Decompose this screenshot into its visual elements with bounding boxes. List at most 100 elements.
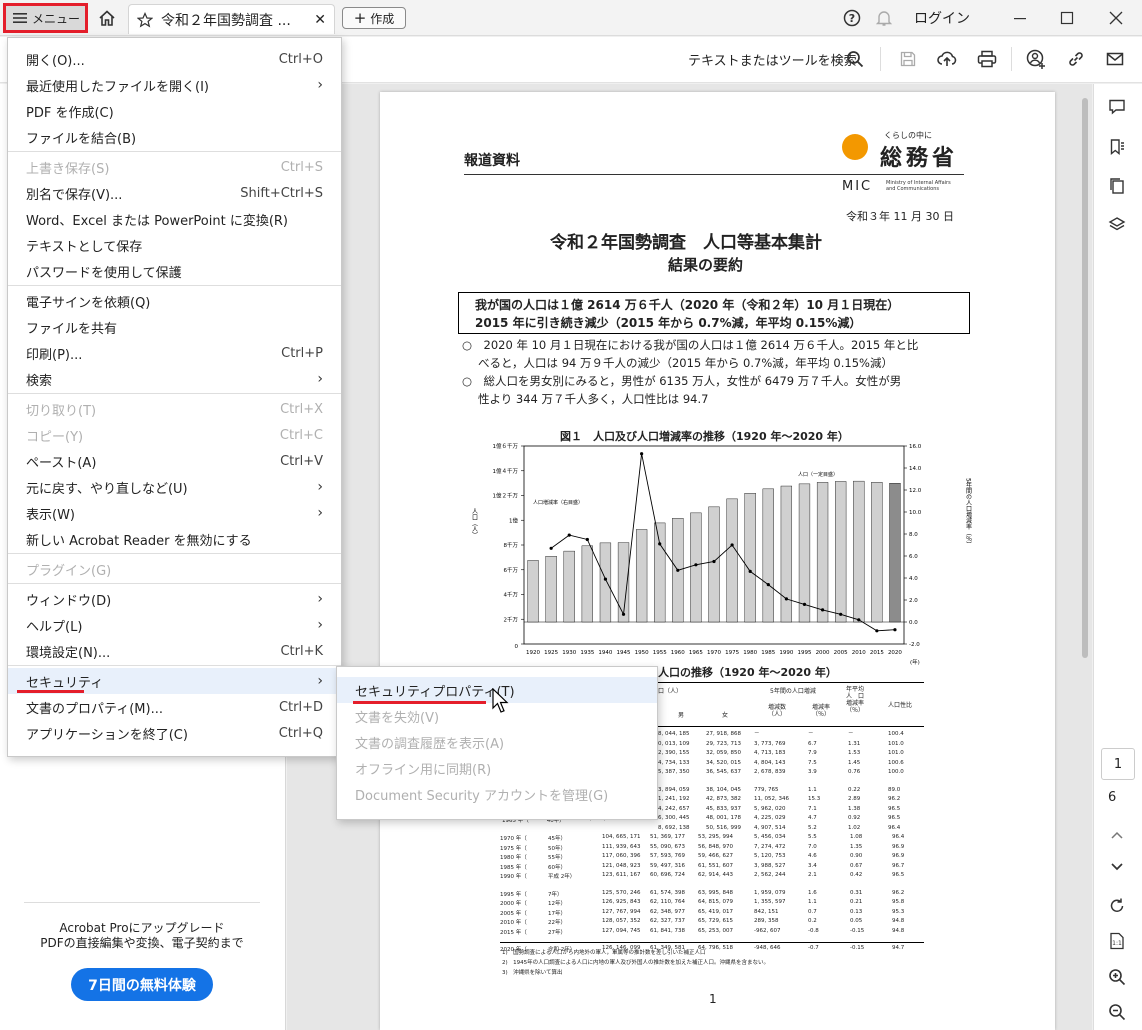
- table-cell: 1.02: [848, 824, 861, 831]
- menu-item[interactable]: 新しい Acrobat Reader を無効にする: [8, 526, 341, 552]
- table-cell: 59, 466, 627: [698, 853, 733, 859]
- table-cell: 96.5: [892, 872, 905, 878]
- menu-item-label: ファイルを共有: [26, 321, 118, 337]
- cloud-upload-icon[interactable]: [936, 48, 958, 70]
- menu-item[interactable]: ウィンドウ(D) ›: [8, 586, 341, 612]
- menu-item[interactable]: 元に戻す、やり直しなど(U) ›: [8, 474, 341, 500]
- table-cell: 60, 696, 724: [650, 872, 685, 878]
- menu-item[interactable]: 開く(O)... Ctrl+O: [8, 46, 341, 72]
- actual-size-icon[interactable]: 1:1: [1106, 930, 1128, 952]
- y2-tick-label: 6.0: [909, 554, 918, 560]
- menu-item[interactable]: アプリケーションを終了(C) Ctrl+Q: [8, 720, 341, 746]
- table-cell: 4, 734, 133: [658, 759, 690, 766]
- create-button[interactable]: + 作成: [342, 7, 406, 29]
- table-cell: 126, 925, 843: [602, 899, 641, 905]
- menu-item[interactable]: 環境設定(N)... Ctrl+K: [8, 638, 341, 664]
- table-cell: 1975 年（: [500, 845, 527, 852]
- menu-item[interactable]: ファイルを共有: [8, 314, 341, 340]
- close-window-icon[interactable]: [1106, 8, 1126, 28]
- print-icon[interactable]: [976, 48, 998, 70]
- bell-icon[interactable]: [874, 8, 894, 28]
- pages-icon[interactable]: [1106, 175, 1128, 197]
- save-icon[interactable]: [897, 48, 919, 70]
- menu-item[interactable]: 検索 ›: [8, 366, 341, 392]
- menu-item[interactable]: ヘルプ(L) ›: [8, 612, 341, 638]
- menu-item[interactable]: テキストとして保存: [8, 232, 341, 258]
- menu-separator: [8, 285, 341, 286]
- menu-separator: [8, 665, 341, 666]
- table-cell: 111, 939, 643: [602, 843, 641, 850]
- table-cell: 0.42: [850, 872, 863, 878]
- home-icon[interactable]: [94, 6, 120, 30]
- search-icon[interactable]: [844, 48, 866, 70]
- table-cell: 22年）: [548, 920, 566, 926]
- page-number-input[interactable]: 1: [1101, 748, 1135, 780]
- star-icon[interactable]: [137, 11, 153, 28]
- table-cell: 2, 390, 155: [658, 750, 690, 756]
- table-row: 4, 242, 657 45, 833, 937 5, 962, 020 7.1 1.3…: [658, 805, 924, 815]
- close-tab-icon[interactable]: ✕: [314, 12, 326, 28]
- mail-icon[interactable]: [1104, 48, 1126, 70]
- menu-item[interactable]: ペースト(A) Ctrl+V: [8, 448, 341, 474]
- table-cell: 11, 052, 346: [754, 796, 789, 802]
- zoom-in-icon[interactable]: [1106, 966, 1128, 988]
- free-trial-button[interactable]: 7日間の無料体験: [71, 968, 213, 1001]
- chevron-right-icon: ›: [317, 617, 323, 633]
- menu-item-label: 印刷(P)...: [26, 347, 83, 363]
- population-bar: [762, 488, 774, 623]
- table-cell: 5, 962, 020: [754, 805, 786, 812]
- table-cell: 0.05: [850, 918, 863, 924]
- x-tick-label: 2010: [852, 650, 866, 656]
- chevron-up-icon[interactable]: [1106, 824, 1128, 846]
- y2-axis-label: 5年間の人口増減率（％）: [965, 478, 972, 548]
- minimize-icon[interactable]: [1010, 8, 1030, 28]
- population-bar: [780, 485, 793, 623]
- chevron-down-icon[interactable]: [1106, 856, 1128, 878]
- add-user-icon[interactable]: [1025, 48, 1047, 70]
- population-bar: [545, 556, 557, 623]
- vertical-scrollbar[interactable]: [1082, 98, 1088, 658]
- table-cell: 4, 907, 514: [754, 824, 786, 831]
- menu-item[interactable]: 電子サインを依頼(Q): [8, 288, 341, 314]
- table-note: 3) 沖縄県を除いて算出: [502, 970, 563, 976]
- table-cell: 2.1: [808, 872, 817, 878]
- link-icon[interactable]: [1065, 48, 1087, 70]
- x-tick-label: 1980: [743, 650, 757, 656]
- table-cell: 27年）: [548, 929, 566, 936]
- x-tick-label: 1940: [598, 650, 612, 656]
- table-row: 1990 年（ 平成 2年） 123, 611, 167 60, 696, 724 62…: [500, 872, 924, 882]
- table-head-change-n: 増減数 （人）: [768, 704, 786, 718]
- table-head-annual: 年平均人 口増減率 （％）: [846, 686, 864, 714]
- menu-item-label: 別名で保存(V)...: [26, 187, 123, 203]
- table-head-change-r: 増減率 （％）: [812, 704, 830, 718]
- shortcut-label: Ctrl+V: [280, 453, 323, 469]
- menu-item[interactable]: 印刷(P)... Ctrl+P: [8, 340, 341, 366]
- mic-english-line2: and Communications: [886, 186, 940, 192]
- comment-icon[interactable]: [1106, 96, 1128, 118]
- maximize-icon[interactable]: [1057, 8, 1077, 28]
- search-tools-label[interactable]: テキストまたはツールを検索: [688, 50, 857, 69]
- population-bar: [816, 482, 829, 623]
- menu-item-label: PDF を作成(C): [26, 105, 114, 121]
- shortcut-label: Ctrl+D: [278, 699, 323, 715]
- table-cell: 2015 年（: [500, 929, 527, 936]
- table-cell: 15.3: [808, 796, 821, 802]
- zoom-out-icon[interactable]: [1106, 1001, 1128, 1023]
- menu-item[interactable]: 文書のプロパティ(M)... Ctrl+D: [8, 694, 341, 720]
- menu-item[interactable]: Word、Excel または PowerPoint に変換(R): [8, 206, 341, 232]
- help-icon[interactable]: ?: [842, 8, 862, 28]
- document-tab[interactable]: 令和２年国勢調査 ... ✕: [128, 4, 335, 34]
- menu-item[interactable]: 最近使用したファイルを開く(I) ›: [8, 72, 341, 98]
- bookmark-icon[interactable]: [1106, 136, 1128, 158]
- rotate-icon[interactable]: [1106, 895, 1128, 917]
- menu-button[interactable]: メニュー: [3, 3, 88, 33]
- menu-item[interactable]: PDF を作成(C): [8, 98, 341, 124]
- shortcut-label: Ctrl+X: [280, 401, 323, 417]
- layers-icon[interactable]: [1106, 214, 1128, 236]
- table-cell: 50, 516, 999: [706, 824, 741, 831]
- menu-item[interactable]: 別名で保存(V)... Shift+Ctrl+S: [8, 180, 341, 206]
- menu-item[interactable]: 表示(W) ›: [8, 500, 341, 526]
- login-link[interactable]: ログイン: [914, 8, 970, 28]
- menu-item[interactable]: パスワードを使用して保護: [8, 258, 341, 284]
- menu-item[interactable]: ファイルを結合(B): [8, 124, 341, 150]
